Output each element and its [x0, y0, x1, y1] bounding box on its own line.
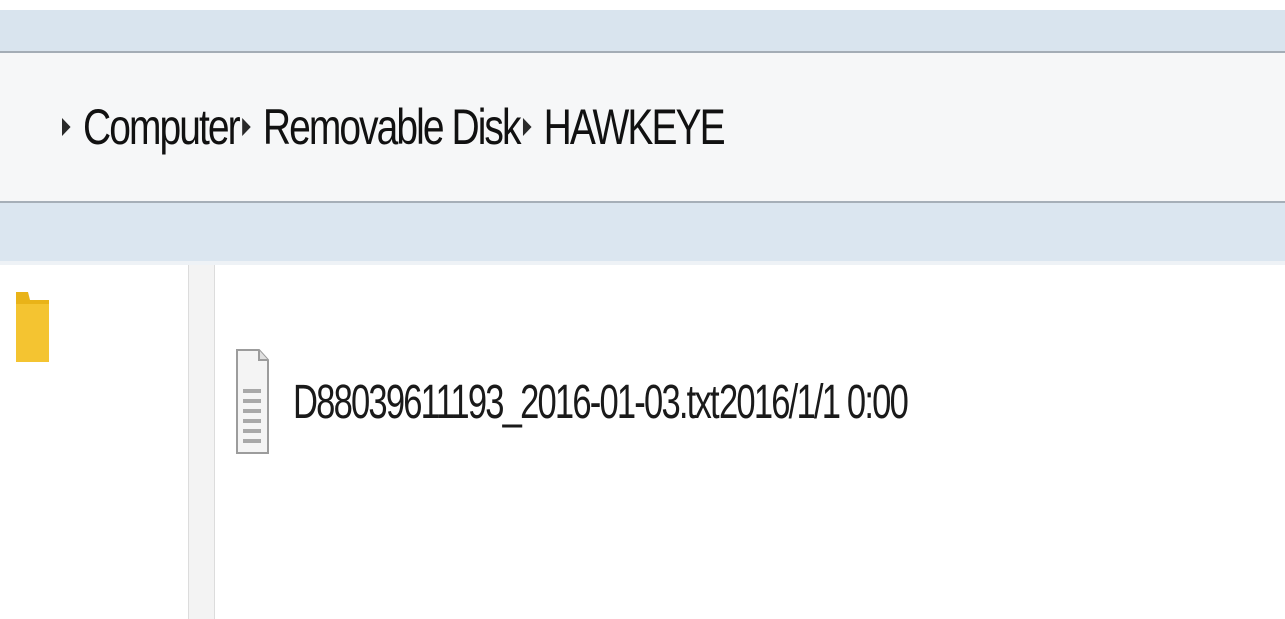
breadcrumb-item-removable-disk[interactable]: Removable Disk — [263, 98, 522, 156]
window-top-edge — [0, 0, 1285, 10]
text-file-icon — [236, 349, 269, 454]
file-name[interactable]: D88039611193_2016-01-03.txt — [293, 375, 720, 430]
file-list: D88039611193_2016-01-03.txt 2016/1/1 0:0… — [216, 265, 1285, 619]
breadcrumb-item-computer[interactable]: Computer — [83, 98, 241, 156]
title-band — [0, 10, 1285, 52]
pane-splitter[interactable] — [188, 265, 215, 619]
breadcrumb-arrow-icon[interactable] — [62, 118, 71, 136]
breadcrumb-item-hawkeye[interactable]: HAWKEYE — [544, 98, 726, 156]
breadcrumb: Computer Removable Disk HAWKEYE — [62, 98, 726, 156]
breadcrumb-arrow-icon[interactable] — [241, 118, 251, 136]
breadcrumb-arrow-icon[interactable] — [522, 118, 532, 136]
address-bar[interactable]: Computer Removable Disk HAWKEYE — [0, 53, 1285, 201]
file-row[interactable]: D88039611193_2016-01-03.txt 2016/1/1 0:0… — [216, 343, 1285, 463]
file-date-modified: 2016/1/1 0:00 — [719, 376, 909, 429]
folder-icon[interactable] — [16, 290, 49, 362]
toolbar-band — [0, 203, 1285, 261]
